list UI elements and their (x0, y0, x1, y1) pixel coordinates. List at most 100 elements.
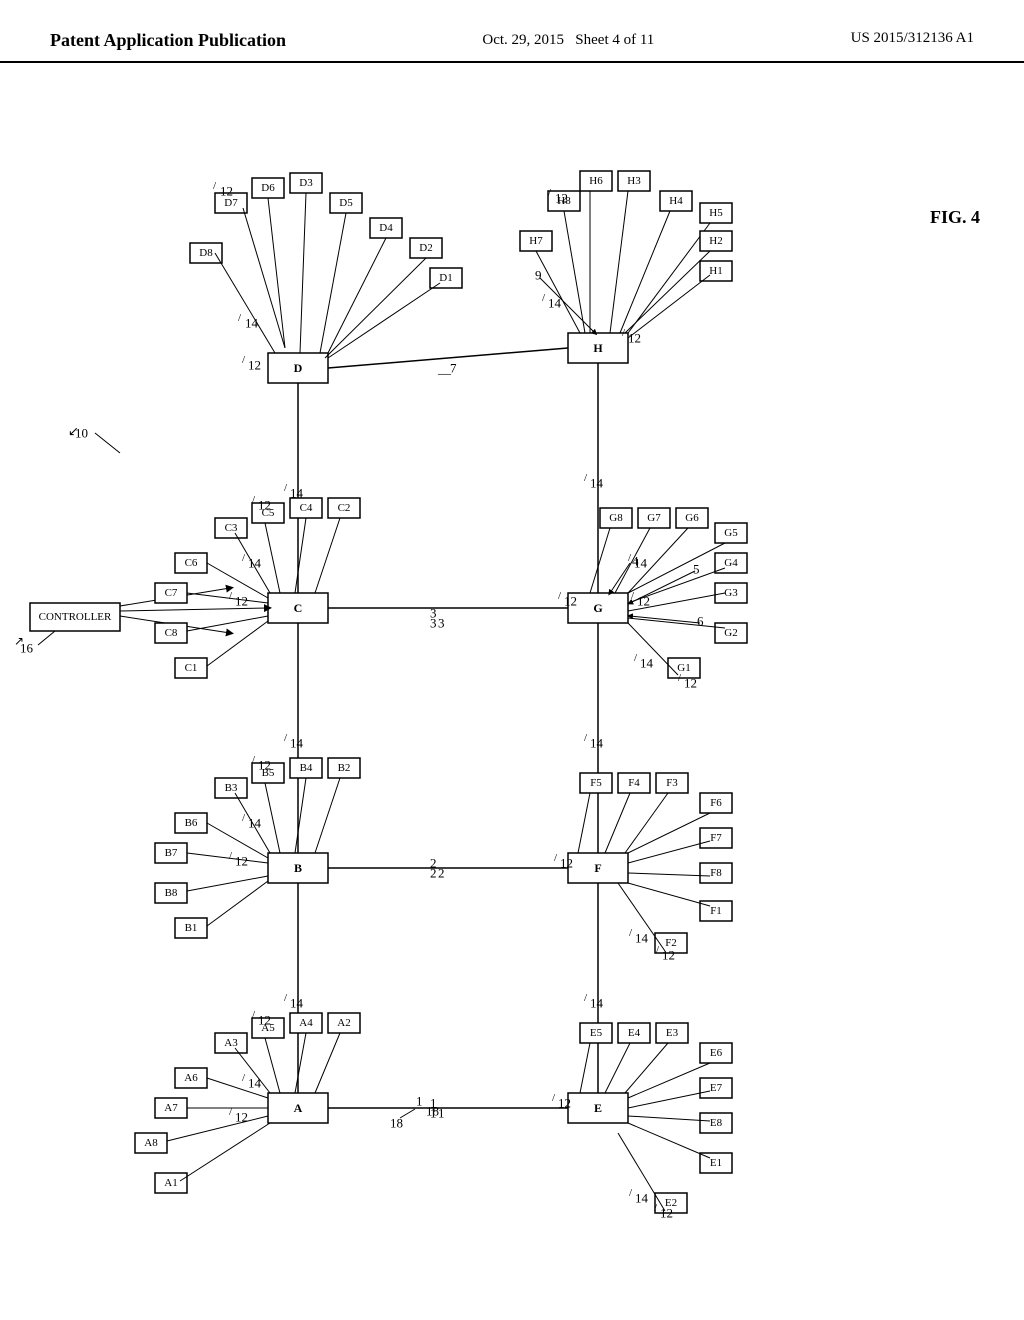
ref-14-ba: 14 (290, 996, 304, 1011)
e4-label: E4 (628, 1027, 641, 1039)
ref-12-f2: 12 (662, 948, 675, 963)
a1-line (180, 1123, 270, 1181)
h2-line (625, 251, 710, 333)
ref-num-dh: - (430, 351, 434, 366)
ref-12-a-d: 12 (258, 1013, 271, 1028)
ref-14-d: 14 (245, 316, 259, 331)
hub-g-label: G (593, 601, 602, 615)
a6-label: A6 (184, 1072, 198, 1084)
ref-12-h: 12 (555, 191, 568, 206)
g6-label: G6 (685, 512, 699, 524)
c7-line (187, 593, 268, 603)
c8-label: C8 (165, 627, 178, 639)
a7-label: A7 (164, 1102, 178, 1114)
b1-line (207, 881, 268, 926)
arrow-4 (610, 563, 630, 593)
diagram-area: FIG. 4 10 ↙ D H C G B F A E (0, 63, 1024, 1283)
h4-label: H4 (669, 195, 683, 207)
ref-14-gf-s: / (584, 732, 588, 744)
publication-title: Patent Application Publication (50, 30, 286, 51)
e7-line (628, 1091, 710, 1108)
ref-12-g1: 12 (684, 676, 697, 691)
d4-label: D4 (379, 222, 393, 234)
h4-line (620, 211, 670, 333)
ref-12-b-l: 12 (235, 854, 248, 869)
sheet-info: Sheet 4 of 11 (575, 32, 654, 48)
ref-14-e2-s: / (629, 1187, 633, 1199)
f3-label: F3 (666, 777, 678, 789)
f4-label: F4 (628, 777, 640, 789)
ref-12-d-hub: 12 (248, 358, 261, 373)
e6-line (628, 1063, 710, 1098)
c4-label: C4 (300, 502, 313, 514)
ref-14-b: 14 (248, 816, 262, 831)
publication-date-sheet: Oct. 29, 2015 Sheet 4 of 11 (482, 30, 654, 51)
e8-label: E8 (710, 1117, 723, 1129)
ref-12-c-l: 12 (235, 594, 248, 609)
c2-line (315, 518, 340, 593)
ref-18-line (400, 1109, 415, 1118)
g2-label: G2 (724, 627, 737, 639)
d1-label: D1 (439, 272, 452, 284)
a8-label: A8 (144, 1137, 158, 1149)
ref-14-ba-s: / (284, 992, 288, 1004)
e8-line (628, 1116, 710, 1121)
pub-date: Oct. 29, 2015 (482, 32, 564, 48)
ref-9: 9 (535, 268, 542, 283)
a2-label: A2 (337, 1017, 350, 1029)
c6-label: C6 (185, 557, 198, 569)
page-header: Patent Application Publication Oct. 29, … (0, 0, 1024, 63)
ref-14-fe-s: / (584, 992, 588, 1004)
ref-14-c-slash: / (242, 552, 246, 564)
ref-14-fe: 14 (590, 996, 604, 1011)
ref-14-g1: 14 (640, 656, 654, 671)
c2-label: C2 (338, 502, 351, 514)
ref-16-line (38, 631, 55, 645)
hub-f-label: F (594, 861, 601, 875)
d8-label: D8 (199, 247, 213, 259)
g7-label: G7 (647, 512, 661, 524)
ref-14-a-s: / (242, 1072, 246, 1084)
ref-14-c: 14 (248, 556, 262, 571)
ref-16-slash: ↗ (14, 634, 24, 648)
d7-label: D7 (224, 197, 238, 209)
hub-a-label: A (294, 1101, 303, 1115)
ref-12-b-d: 12 (258, 758, 271, 773)
ref-14-f2: 14 (635, 931, 649, 946)
ref-14-hg-s: / (584, 472, 588, 484)
link-ae-num: 1 (430, 1096, 437, 1111)
c1-label: C1 (185, 662, 198, 674)
c1-line (207, 621, 268, 666)
ref-14-gf: 14 (590, 736, 604, 751)
ref-12-e2: 12 (660, 1206, 673, 1221)
link-cg-num: 3 (430, 606, 437, 621)
patent-number: US 2015/312136 A1 (851, 30, 974, 47)
g4-label: G4 (724, 557, 738, 569)
ref-14-b-s: / (242, 812, 246, 824)
f6-line (628, 813, 710, 853)
h5-line (628, 223, 710, 333)
c4-line (295, 518, 306, 593)
h2-label: H2 (709, 235, 722, 247)
ref-6: 6 (697, 614, 704, 629)
f6-label: F6 (710, 797, 722, 809)
h1-label: H1 (709, 265, 722, 277)
b6-label: B6 (185, 817, 198, 829)
d5-label: D5 (339, 197, 353, 209)
d2-label: D2 (419, 242, 432, 254)
ref-12-e: 12 (558, 1096, 571, 1111)
e1-label: E1 (710, 1157, 722, 1169)
e3-line (625, 1043, 668, 1093)
b1-label: B1 (185, 922, 198, 934)
hub-e-label: E (594, 1101, 602, 1115)
a2-line (315, 1033, 340, 1093)
b5-line (265, 783, 280, 853)
link-dh-num: 7 (450, 361, 457, 376)
b4-line (295, 778, 306, 853)
num-1: 1 (438, 1106, 445, 1121)
ref-12-f-s: / (554, 852, 558, 864)
ref-12-d-hub-s: / (242, 354, 246, 366)
a4-label: A4 (299, 1017, 313, 1029)
h3-line (610, 191, 628, 333)
e6-label: E6 (710, 1047, 723, 1059)
